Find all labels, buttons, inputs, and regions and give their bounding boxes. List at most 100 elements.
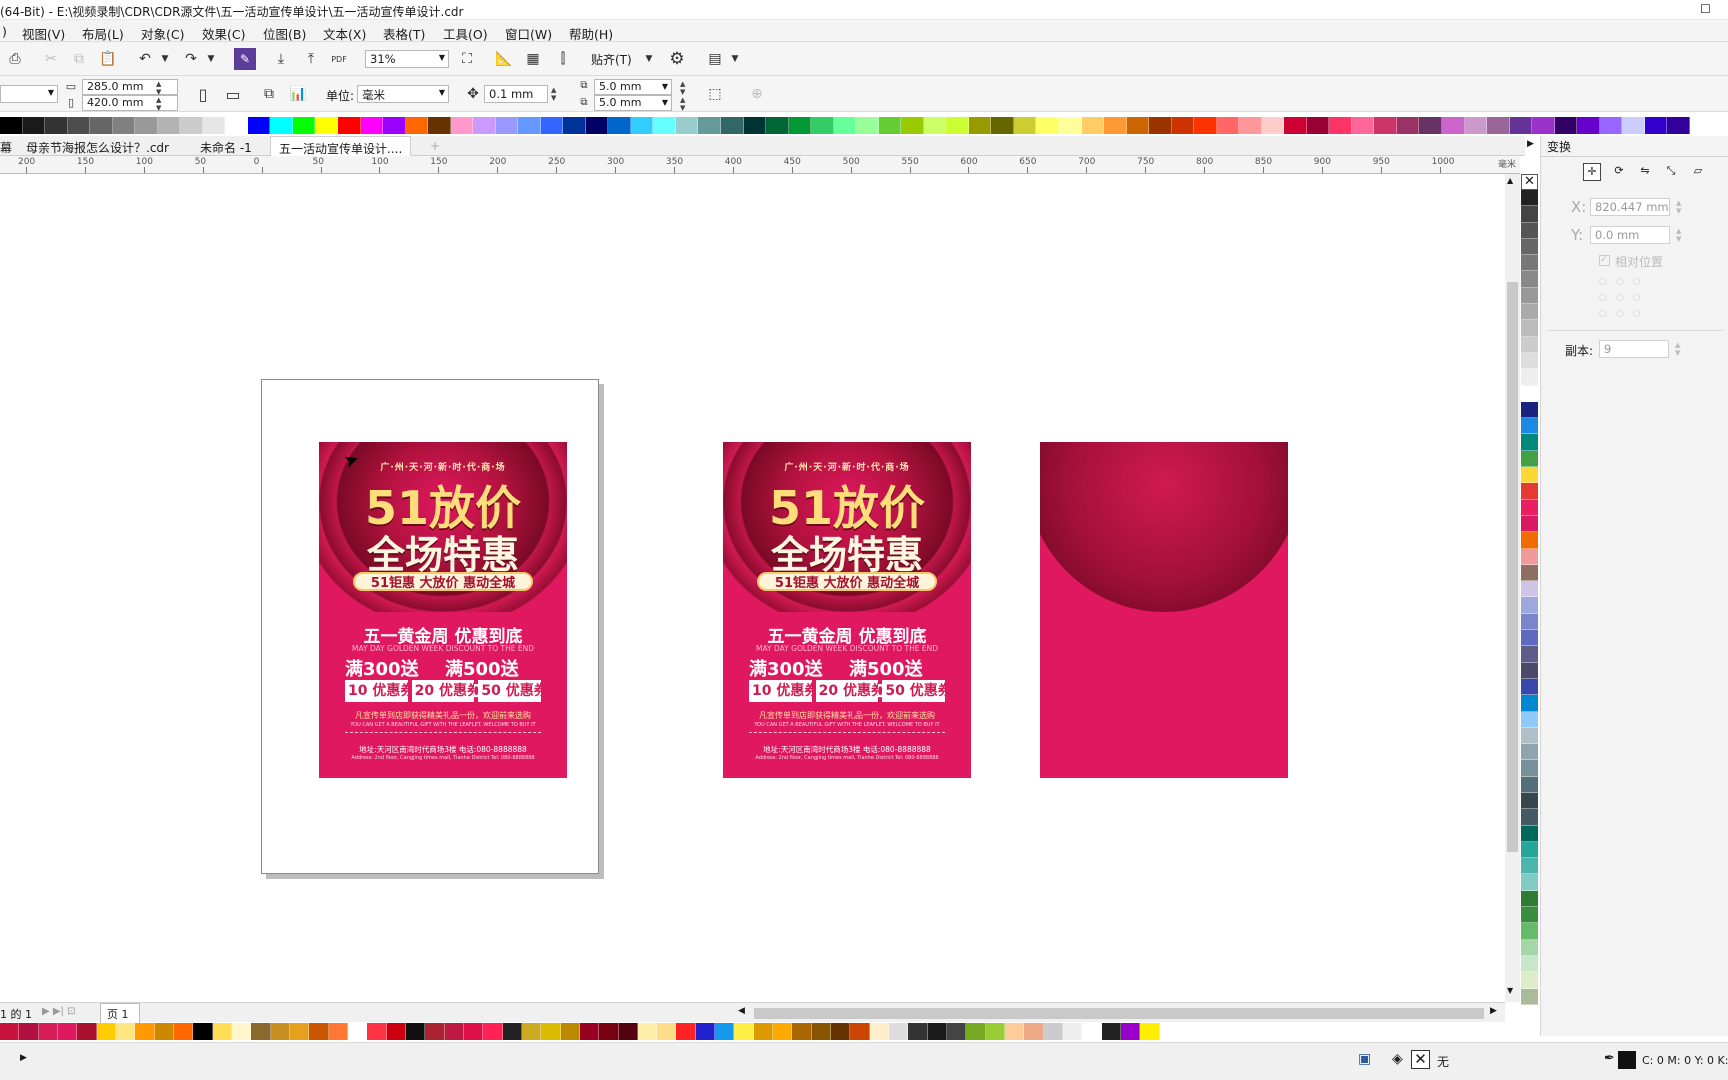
palette-swatch[interactable] xyxy=(0,117,23,134)
outline-color-swatch[interactable] xyxy=(1618,1051,1636,1069)
palette-swatch[interactable] xyxy=(1329,117,1352,134)
palette-swatch[interactable] xyxy=(463,1023,484,1040)
app-launcher-icon[interactable]: ▤ xyxy=(704,48,726,70)
palette-swatch[interactable] xyxy=(1081,117,1105,134)
palette-swatch[interactable] xyxy=(1521,613,1538,631)
units-dropdown[interactable]: 毫米 ▼ xyxy=(357,85,449,103)
palette-swatch[interactable] xyxy=(833,117,857,134)
palette-swatch[interactable] xyxy=(811,1023,832,1040)
palette-swatch[interactable] xyxy=(1521,222,1538,239)
new-tab-icon[interactable]: + xyxy=(430,139,440,153)
palette-swatch[interactable] xyxy=(1024,1023,1044,1040)
search-content-icon[interactable]: ✎ xyxy=(234,48,256,70)
palette-swatch[interactable] xyxy=(743,117,767,134)
palette-swatch[interactable] xyxy=(1599,117,1623,134)
print-icon[interactable]: ⎙ xyxy=(4,48,26,70)
palette-swatch[interactable] xyxy=(753,1023,774,1040)
menu-tools[interactable]: 工具(O) xyxy=(443,24,488,43)
palette-swatch[interactable] xyxy=(698,117,721,134)
account-icon[interactable]: ☐ xyxy=(1700,2,1711,16)
palette-swatch[interactable] xyxy=(309,1023,329,1040)
palette-swatch[interactable] xyxy=(231,1023,252,1040)
palette-swatch[interactable] xyxy=(1261,117,1285,134)
palette-swatch[interactable] xyxy=(1521,548,1538,565)
menu-help[interactable]: 帮助(H) xyxy=(569,24,613,43)
palette-swatch[interactable] xyxy=(1521,532,1538,549)
palette-swatch[interactable] xyxy=(792,1023,812,1040)
zoom-level-field[interactable]: 31% ▼ xyxy=(365,50,449,68)
palette-swatch[interactable] xyxy=(1121,1023,1141,1040)
palette-swatch[interactable] xyxy=(173,1023,194,1040)
duplicate-x-field[interactable]: 5.0 mm ▼ xyxy=(594,79,672,95)
palette-swatch[interactable] xyxy=(1104,117,1127,134)
palette-swatch[interactable] xyxy=(1058,117,1082,134)
position-tab-icon[interactable]: ✛ xyxy=(1583,163,1601,181)
palette-swatch[interactable] xyxy=(1101,1023,1122,1040)
tab-mothers-day[interactable]: 母亲节海报怎么设计？.cdr xyxy=(26,139,169,156)
current-page-icon[interactable]: 📊 xyxy=(287,83,309,105)
palette-swatch[interactable] xyxy=(1306,117,1330,134)
palette-swatch[interactable] xyxy=(1554,117,1578,134)
palette-swatch[interactable] xyxy=(608,117,631,134)
palette-swatch[interactable] xyxy=(1521,695,1538,712)
palette-swatch[interactable] xyxy=(1521,581,1538,598)
palette-swatch[interactable] xyxy=(1521,467,1538,484)
palette-swatch[interactable] xyxy=(77,1023,97,1040)
palette-swatch[interactable] xyxy=(1043,1023,1064,1040)
palette-swatch[interactable] xyxy=(734,1023,754,1040)
rulers-icon[interactable]: 📐 xyxy=(493,48,515,70)
palette-swatch[interactable] xyxy=(1126,117,1150,134)
palette-swatch[interactable] xyxy=(1521,711,1538,728)
palette-swatch[interactable] xyxy=(428,117,451,134)
zoom-dropdown-icon[interactable]: ▼ xyxy=(439,53,445,62)
horizontal-scroll-thumb[interactable] xyxy=(754,1008,1484,1019)
palette-swatch[interactable] xyxy=(444,1023,464,1040)
palette-swatch[interactable] xyxy=(1577,117,1600,134)
palette-swatch[interactable] xyxy=(1521,450,1538,468)
palette-swatch[interactable] xyxy=(425,1023,445,1040)
palette-swatch[interactable] xyxy=(347,1023,368,1040)
palette-swatch[interactable] xyxy=(1521,352,1538,370)
copies-spinner[interactable]: ▲ ▼ xyxy=(1675,341,1685,357)
menu-object[interactable]: 对象(C) xyxy=(141,24,184,43)
poster-3-background[interactable] xyxy=(1040,442,1288,778)
outline-pen-icon[interactable]: ✒ xyxy=(1604,1051,1615,1066)
palette-swatch[interactable] xyxy=(1216,117,1240,134)
palette-swatch[interactable] xyxy=(766,117,789,134)
palette-swatch[interactable] xyxy=(1149,117,1172,134)
palette-swatch[interactable] xyxy=(1005,1023,1025,1040)
palette-swatch[interactable] xyxy=(1521,206,1538,223)
palette-swatch[interactable] xyxy=(695,1023,716,1040)
palette-swatch[interactable] xyxy=(585,117,609,134)
menu-window[interactable]: 窗口(W) xyxy=(505,24,552,43)
portrait-icon[interactable]: ▯ xyxy=(192,83,214,105)
palette-swatch[interactable] xyxy=(202,117,226,134)
landscape-icon[interactable]: ▭ xyxy=(222,83,244,105)
palette-swatch[interactable] xyxy=(540,117,564,134)
menu-effects[interactable]: 效果(C) xyxy=(202,24,245,43)
palette-swatch[interactable] xyxy=(1419,117,1442,134)
palette-swatch[interactable] xyxy=(405,1023,426,1040)
menu-view[interactable]: 视图(V) xyxy=(22,24,65,43)
poster-2[interactable]: 广·州·天·河·新·时·代·商·场 51放价 全场特惠 51钜惠 大放价 惠动全… xyxy=(723,442,971,778)
palette-swatch[interactable] xyxy=(1521,483,1538,500)
palette-swatch[interactable] xyxy=(947,1023,967,1040)
palette-swatch[interactable] xyxy=(154,1023,174,1040)
palette-swatch[interactable] xyxy=(1521,630,1538,647)
palette-swatch[interactable] xyxy=(1171,117,1195,134)
palette-swatch[interactable] xyxy=(1521,564,1538,582)
anchor-grid[interactable]: ○○○ ○○○ ○○○ xyxy=(1599,274,1649,322)
palette-swatch[interactable] xyxy=(367,1023,387,1040)
palette-swatch[interactable] xyxy=(966,1023,986,1040)
palette-swatch[interactable] xyxy=(57,1023,78,1040)
relative-position-checkbox[interactable]: ✓ xyxy=(1599,255,1610,266)
y-position-field[interactable]: 0.0 mm xyxy=(1590,226,1670,244)
palette-swatch[interactable] xyxy=(360,117,384,134)
palette-swatch[interactable] xyxy=(1532,117,1555,134)
copies-field[interactable]: 9 xyxy=(1599,340,1669,358)
palette-swatch[interactable] xyxy=(908,1023,928,1040)
palette-swatch[interactable] xyxy=(1521,434,1538,451)
palette-swatch[interactable] xyxy=(541,1023,561,1040)
duplicate-y-field[interactable]: 5.0 mm ▼ xyxy=(594,95,672,111)
palette-swatch[interactable] xyxy=(1063,1023,1083,1040)
